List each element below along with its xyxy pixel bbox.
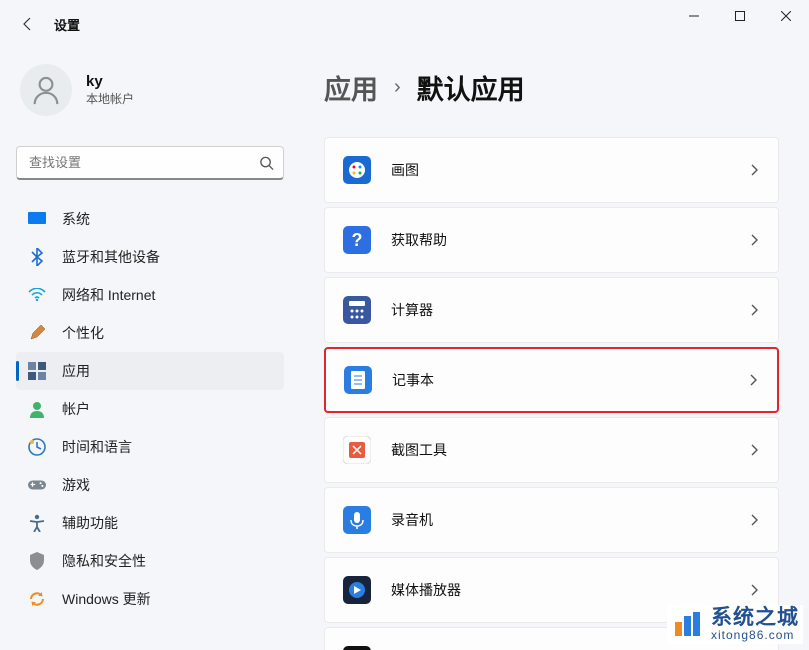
app-item-recorder[interactable]: 录音机 (324, 487, 779, 553)
watermark-title: 系统之城 (711, 607, 799, 628)
nav-item-label: 个性化 (62, 323, 104, 343)
app-list: 画图 ? 获取帮助 计算器 记事本 截图工具 录音机 媒体播放器 目视控制 (324, 137, 779, 650)
app-item-label: 记事本 (392, 370, 747, 390)
nav-item-privacy[interactable]: 隐私和安全性 (16, 542, 284, 580)
gaming-icon (28, 476, 46, 494)
search-icon (259, 156, 274, 171)
nav-item-label: 游戏 (62, 475, 90, 495)
search-input[interactable] (16, 146, 284, 180)
main-content: 应用 › 默认应用 画图 ? 获取帮助 计算器 记事本 截图工具 录音机 媒体播… (300, 48, 809, 650)
watermark-logo-icon (671, 608, 703, 640)
personalize-icon (28, 324, 46, 342)
help-app-icon: ? (343, 226, 371, 254)
nav-item-accessibility[interactable]: 辅助功能 (16, 504, 284, 542)
nav-item-system[interactable]: 系统 (16, 200, 284, 238)
app-item-label: 截图工具 (391, 440, 748, 460)
watermark: 系统之城 xitong86.com (667, 605, 803, 644)
eye-app-icon (343, 646, 371, 650)
app-item-label: 录音机 (391, 510, 748, 530)
chevron-right-icon (747, 374, 759, 386)
nav-item-label: 帐户 (62, 399, 90, 419)
nav-item-label: 隐私和安全性 (62, 551, 146, 571)
nav-item-label: 时间和语言 (62, 437, 132, 457)
chevron-right-icon (748, 164, 760, 176)
close-button[interactable] (763, 0, 809, 32)
nav-item-gaming[interactable]: 游戏 (16, 466, 284, 504)
maximize-button[interactable] (717, 0, 763, 32)
maximize-icon (735, 11, 745, 21)
network-icon (28, 286, 46, 304)
close-icon (781, 11, 791, 21)
app-item-label: 计算器 (391, 300, 748, 320)
person-icon (29, 73, 63, 107)
apps-icon (28, 362, 46, 380)
breadcrumb-separator: › (394, 76, 401, 99)
privacy-icon (28, 552, 46, 570)
app-item-paint[interactable]: 画图 (324, 137, 779, 203)
nav-item-apps[interactable]: 应用 (16, 352, 284, 390)
nav-item-label: 应用 (62, 361, 90, 381)
chevron-right-icon (748, 444, 760, 456)
nav-item-label: Windows 更新 (62, 589, 151, 609)
app-item-calculator[interactable]: 计算器 (324, 277, 779, 343)
svg-text:?: ? (352, 230, 363, 250)
accessibility-icon (28, 514, 46, 532)
update-icon (28, 590, 46, 608)
nav-item-label: 网络和 Internet (62, 285, 155, 305)
sidebar: ky 本地帐户 系统蓝牙和其他设备网络和 Internet 个性化应用帐户时间和语… (0, 48, 300, 650)
breadcrumb-current: 默认应用 (417, 68, 525, 107)
app-item-snip[interactable]: 截图工具 (324, 417, 779, 483)
nav-item-label: 系统 (62, 209, 90, 229)
system-icon (28, 210, 46, 228)
back-button[interactable] (8, 4, 48, 44)
nav-item-network[interactable]: 网络和 Internet (16, 276, 284, 314)
nav-item-label: 辅助功能 (62, 513, 118, 533)
time-icon (28, 438, 46, 456)
profile-block[interactable]: ky 本地帐户 (16, 58, 284, 122)
avatar (20, 64, 72, 116)
calculator-app-icon (343, 296, 371, 324)
app-item-help[interactable]: ? 获取帮助 (324, 207, 779, 273)
app-item-notepad[interactable]: 记事本 (324, 347, 779, 413)
breadcrumb-root[interactable]: 应用 (324, 68, 378, 107)
recorder-app-icon (343, 506, 371, 534)
app-item-label: 画图 (391, 160, 748, 180)
accounts-icon (28, 400, 46, 418)
media-app-icon (343, 576, 371, 604)
chevron-right-icon (748, 234, 760, 246)
minimize-icon (689, 11, 699, 21)
nav-item-update[interactable]: Windows 更新 (16, 580, 284, 618)
nav-list: 系统蓝牙和其他设备网络和 Internet 个性化应用帐户时间和语言游戏辅助功能隐… (16, 200, 284, 618)
nav-item-personalize[interactable]: 个性化 (16, 314, 284, 352)
chevron-right-icon (748, 584, 760, 596)
app-item-label: 获取帮助 (391, 230, 748, 250)
nav-item-label: 蓝牙和其他设备 (62, 247, 160, 267)
breadcrumb: 应用 › 默认应用 (324, 68, 779, 107)
window-title: 设置 (54, 15, 80, 34)
nav-item-accounts[interactable]: 帐户 (16, 390, 284, 428)
profile-name: ky (86, 73, 134, 90)
minimize-button[interactable] (671, 0, 717, 32)
watermark-url: xitong86.com (711, 628, 799, 642)
arrow-left-icon (20, 16, 36, 32)
snip-app-icon (343, 436, 371, 464)
nav-item-bluetooth[interactable]: 蓝牙和其他设备 (16, 238, 284, 276)
notepad-app-icon (344, 366, 372, 394)
app-item-label: 媒体播放器 (391, 580, 748, 600)
profile-subtitle: 本地帐户 (86, 90, 134, 107)
nav-item-time[interactable]: 时间和语言 (16, 428, 284, 466)
chevron-right-icon (748, 514, 760, 526)
paint-app-icon (343, 156, 371, 184)
bluetooth-icon (28, 248, 46, 266)
chevron-right-icon (748, 304, 760, 316)
